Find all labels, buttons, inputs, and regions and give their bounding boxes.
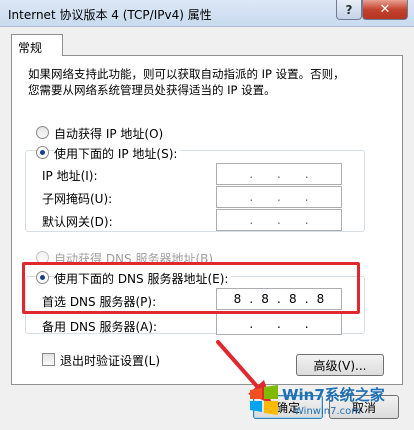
dns-highlight-box <box>22 262 360 314</box>
alternate-dns-field[interactable]: ... <box>216 313 342 335</box>
title-bar: Internet 协议版本 4 (TCP/IPv4) 属性 ? ✕ <box>0 0 414 27</box>
subnet-mask-field[interactable]: ... <box>216 186 342 208</box>
tab-general-label: 常规 <box>18 41 43 55</box>
ip-auto-label: 自动获得 IP 地址(O) <box>54 127 164 141</box>
advanced-button[interactable]: 高级(V)... <box>296 354 384 376</box>
validate-label: 退出时验证设置(L) <box>60 354 161 368</box>
ip-manual-label: 使用下面的 IP 地址(S): <box>54 145 181 162</box>
windows-logo-icon <box>250 385 278 415</box>
close-icon: ✕ <box>379 2 391 17</box>
validate-checkbox[interactable] <box>42 353 55 366</box>
close-button[interactable]: ✕ <box>362 0 408 20</box>
advanced-button-label: 高级(V)... <box>313 358 367 373</box>
ip-auto-radio[interactable] <box>36 126 49 139</box>
gateway-field[interactable]: ... <box>216 209 342 231</box>
watermark-url: Winwin7.com <box>294 406 361 417</box>
description-line-2: 您需要从网络系统管理员处获得适当的 IP 设置。 <box>28 83 276 97</box>
subnet-mask-label: 子网掩码(U): <box>42 192 113 206</box>
tab-general[interactable]: 常规 <box>11 34 63 56</box>
watermark: Win7系统之家 Winwin7.com <box>250 380 414 430</box>
description-line-1: 如果网络支持此功能，则可以获取自动指派的 IP 设置。否则， <box>28 67 345 81</box>
help-icon: ? <box>345 2 353 17</box>
ip-address-label: IP 地址(I): <box>42 169 98 183</box>
help-button[interactable]: ? <box>336 0 362 20</box>
window-title: Internet 协议版本 4 (TCP/IPv4) 属性 <box>8 8 212 22</box>
alternate-dns-label: 备用 DNS 服务器(A): <box>42 320 158 334</box>
ip-address-field[interactable]: ... <box>216 163 342 185</box>
ip-manual-radio[interactable] <box>36 146 49 159</box>
watermark-brand: Win7系统之家 <box>282 386 385 404</box>
gateway-label: 默认网关(D): <box>42 215 113 229</box>
